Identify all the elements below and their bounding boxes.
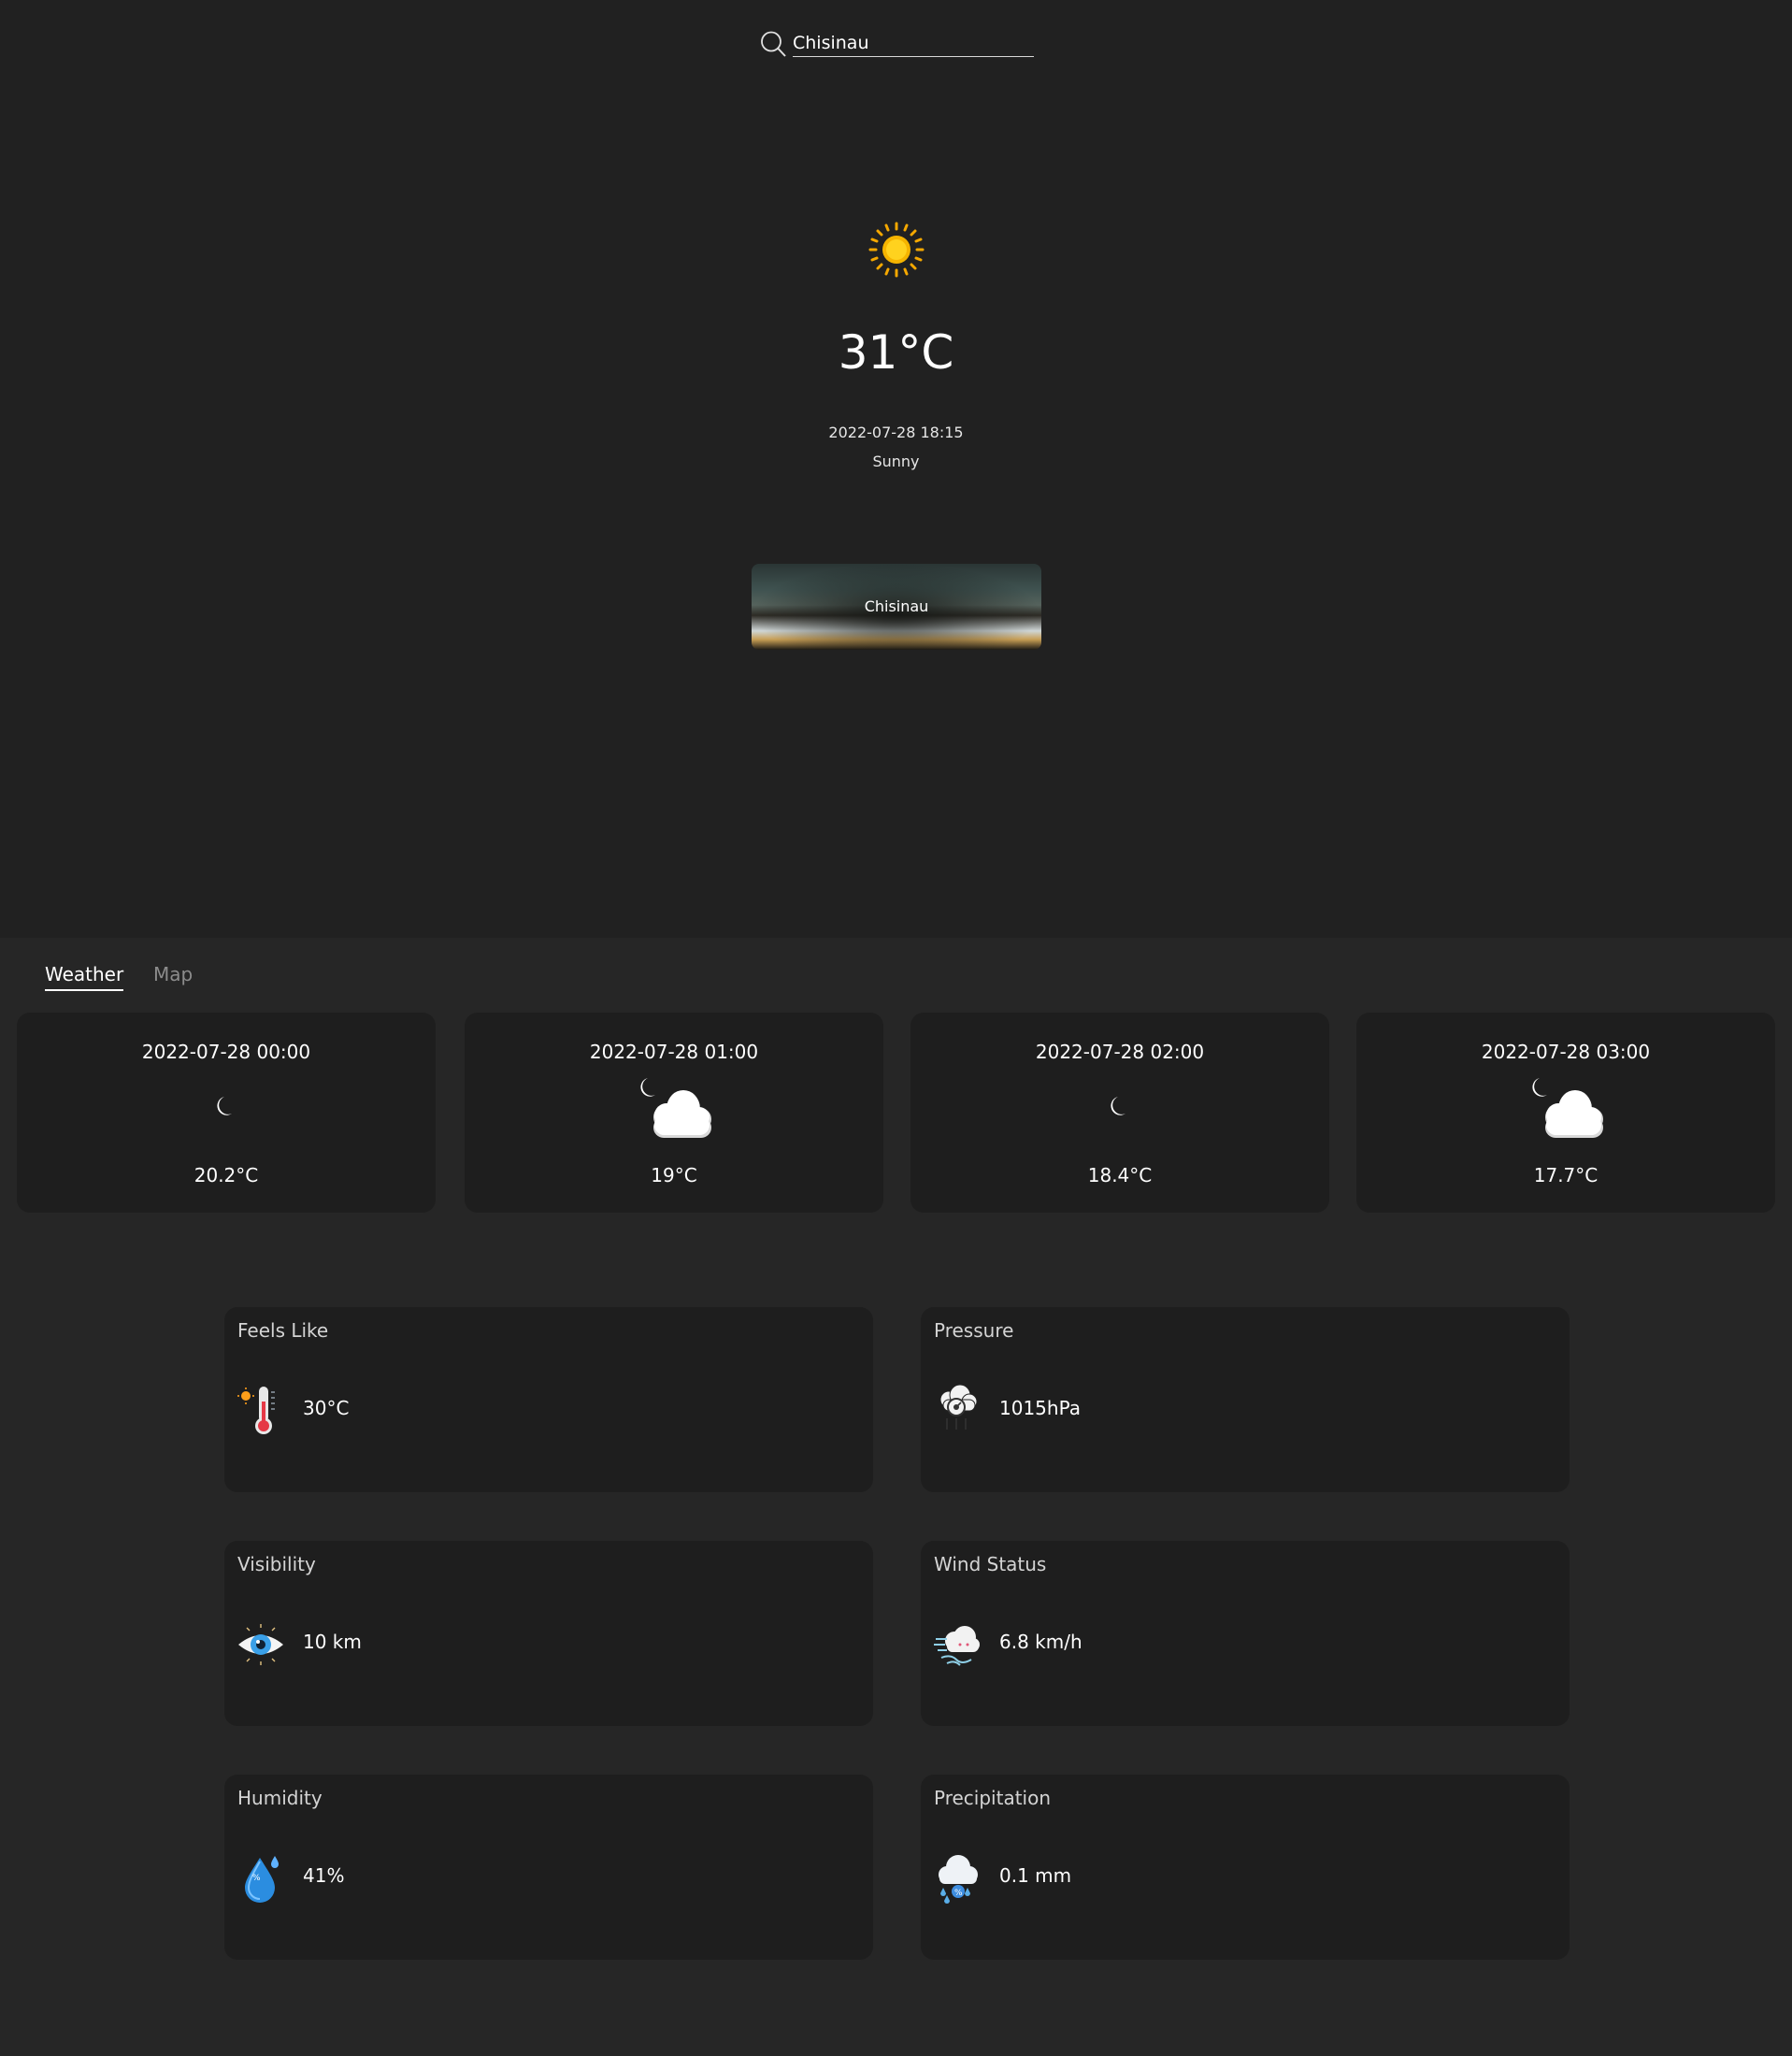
precipitation-card: Precipitation % 0.1 mm [921, 1775, 1570, 1960]
forecast-card: 2022-07-28 00:00 20.2°C [17, 1013, 436, 1213]
current-weather-section: 31°C 2022-07-28 18:15 Sunny Chisinau [0, 0, 1792, 938]
humidity-drop-icon: % [245, 1856, 279, 1903]
forecast-card: 2022-07-28 03:00 17.7°C [1356, 1013, 1775, 1213]
visibility-card: Visibility 10 km [224, 1541, 873, 1726]
moon-icon [214, 1093, 234, 1119]
forecast-card: 2022-07-28 02:00 18.4°C [910, 1013, 1329, 1213]
rain-cloud-icon: % [939, 1855, 978, 1904]
forecast-time: 2022-07-28 00:00 [141, 1041, 311, 1063]
metric-title: Pressure [934, 1319, 1014, 1342]
moon-cloud-icon [638, 1074, 711, 1138]
metric-title: Wind Status [934, 1553, 1047, 1575]
tab-weather[interactable]: Weather [45, 963, 124, 991]
eye-icon [238, 1624, 283, 1665]
pressure-card: Pressure 1015hPa [921, 1307, 1570, 1492]
metric-title: Humidity [237, 1787, 323, 1809]
city-card[interactable]: Chisinau [752, 564, 1041, 650]
precipitation-value: 0.1 mm [999, 1864, 1072, 1887]
metric-title: Feels Like [237, 1319, 329, 1342]
forecast-temperature: 17.7°C [1533, 1164, 1598, 1186]
forecast-temperature: 18.4°C [1087, 1164, 1153, 1186]
svg-text:%: % [954, 1889, 963, 1898]
tab-map[interactable]: Map [153, 963, 193, 989]
pressure-value: 1015hPa [999, 1397, 1081, 1419]
search-icon[interactable] [759, 30, 787, 58]
wind-status-value: 6.8 km/h [999, 1631, 1082, 1653]
search-bar [759, 28, 1038, 58]
city-card-label: Chisinau [864, 597, 929, 615]
sun-icon [868, 222, 925, 278]
feels-like-card: Feels Like 30°C [224, 1307, 873, 1492]
metric-title: Visibility [237, 1553, 316, 1575]
humidity-card: Humidity % 41% [224, 1775, 873, 1960]
svg-text:%: % [252, 1874, 261, 1883]
current-temperature: 31°C [838, 325, 954, 380]
thermometer-icon [237, 1387, 275, 1434]
forecast-card: 2022-07-28 01:00 19°C [465, 1013, 883, 1213]
moon-icon [1108, 1093, 1127, 1119]
metric-title: Precipitation [934, 1787, 1052, 1809]
wind-icon [934, 1626, 980, 1666]
forecast-time: 2022-07-28 01:00 [589, 1041, 759, 1063]
search-input[interactable] [793, 30, 1034, 57]
details-section: Weather Map 2022-07-28 00:00 20.2°C 2022… [0, 938, 1792, 2056]
wind-status-card: Wind Status 6.8 km/h [921, 1541, 1570, 1726]
humidity-value: 41% [303, 1864, 345, 1887]
current-condition: Sunny [872, 453, 920, 470]
moon-cloud-icon [1529, 1074, 1603, 1138]
forecast-temperature: 20.2°C [194, 1164, 259, 1186]
visibility-value: 10 km [303, 1631, 362, 1653]
feels-like-value: 30°C [303, 1397, 350, 1419]
forecast-time: 2022-07-28 02:00 [1035, 1041, 1205, 1063]
forecast-time: 2022-07-28 03:00 [1481, 1041, 1651, 1063]
forecast-temperature: 19°C [651, 1164, 697, 1186]
current-datetime: 2022-07-28 18:15 [828, 424, 964, 441]
barometer-icon [939, 1385, 978, 1430]
